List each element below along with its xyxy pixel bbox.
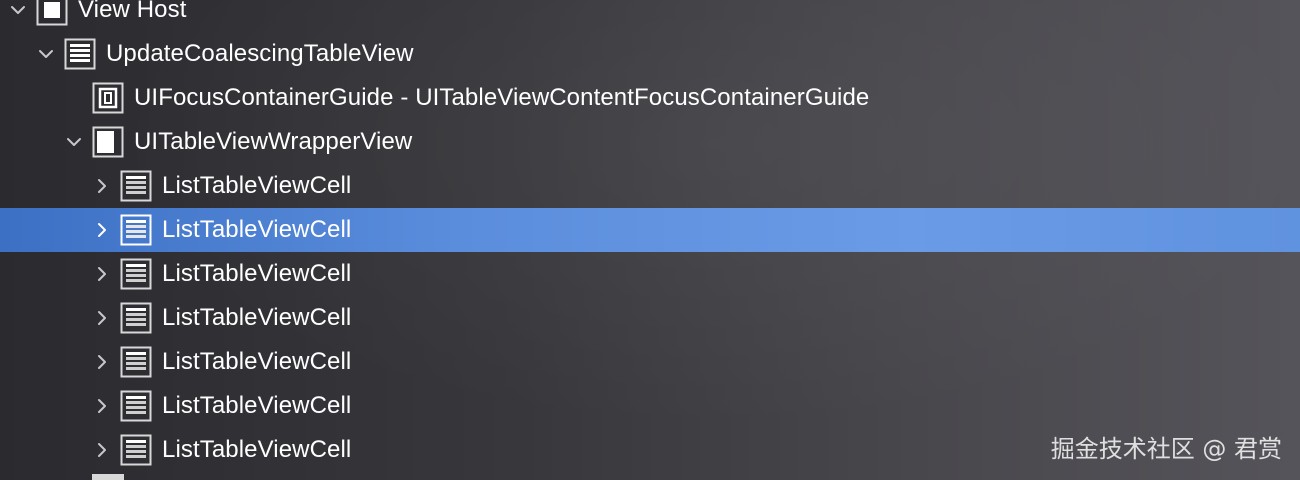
tree-row-label: ListTableViewCell: [162, 392, 352, 419]
tree-row-list-table-view-cell[interactable]: ListTableViewCell: [0, 252, 1300, 296]
view-hierarchy-tree: View Host UpdateCoalescingTableView UIFo…: [0, 0, 1300, 472]
tree-row-label: UIFocusContainerGuide - UITableViewConte…: [134, 84, 870, 111]
tree-row-label: ListTableViewCell: [162, 436, 352, 463]
chevron-down-icon[interactable]: [64, 132, 84, 152]
chevron-right-icon[interactable]: [92, 308, 112, 328]
tree-row-label: ListTableViewCell: [162, 260, 352, 287]
chevron-right-icon[interactable]: [92, 396, 112, 416]
table-cell-icon: [120, 258, 152, 290]
tree-row-label: ListTableViewCell: [162, 216, 352, 243]
chevron-right-icon[interactable]: [92, 220, 112, 240]
tree-row-label: View Host: [78, 0, 187, 23]
tree-row-update-coalescing-table-view[interactable]: UpdateCoalescingTableView: [0, 32, 1300, 76]
table-cell-icon: [120, 390, 152, 422]
wrapper-view-icon: [92, 126, 124, 158]
tree-row-list-table-view-cell[interactable]: ListTableViewCell: [0, 164, 1300, 208]
tree-row-list-table-view-cell[interactable]: ListTableViewCell: [0, 384, 1300, 428]
table-cell-icon: [120, 214, 152, 246]
tree-row-label: ListTableViewCell: [162, 172, 352, 199]
chevron-down-icon[interactable]: [8, 0, 28, 20]
tree-row-focus-container-guide[interactable]: UIFocusContainerGuide - UITableViewConte…: [0, 76, 1300, 120]
chevron-right-icon[interactable]: [92, 440, 112, 460]
tree-row-list-table-view-cell[interactable]: ListTableViewCell: [0, 296, 1300, 340]
next-row-icon-partial: [92, 474, 124, 480]
table-cell-icon: [120, 170, 152, 202]
tree-row-label: ListTableViewCell: [162, 304, 352, 331]
table-cell-icon: [120, 346, 152, 378]
tree-row-label: UITableViewWrapperView: [134, 128, 413, 155]
chevron-right-icon[interactable]: [92, 352, 112, 372]
chevron-down-icon[interactable]: [36, 44, 56, 64]
chevron-right-icon[interactable]: [92, 176, 112, 196]
tree-row-label: ListTableViewCell: [162, 348, 352, 375]
tree-row-label: UpdateCoalescingTableView: [106, 40, 414, 67]
table-cell-icon: [120, 302, 152, 334]
tree-row-list-table-view-cell-selected[interactable]: ListTableViewCell: [0, 208, 1300, 252]
tree-row-view-host[interactable]: View Host: [0, 0, 1300, 32]
chevron-right-icon[interactable]: [92, 264, 112, 284]
tree-row-table-view-wrapper-view[interactable]: UITableViewWrapperView: [0, 120, 1300, 164]
table-cell-icon: [120, 434, 152, 466]
view-icon: [36, 0, 68, 26]
watermark: 掘金技术社区 @ 君赏: [1050, 435, 1282, 463]
tree-row-list-table-view-cell[interactable]: ListTableViewCell: [0, 340, 1300, 384]
focus-guide-icon: [92, 82, 124, 114]
table-view-icon: [64, 38, 96, 70]
